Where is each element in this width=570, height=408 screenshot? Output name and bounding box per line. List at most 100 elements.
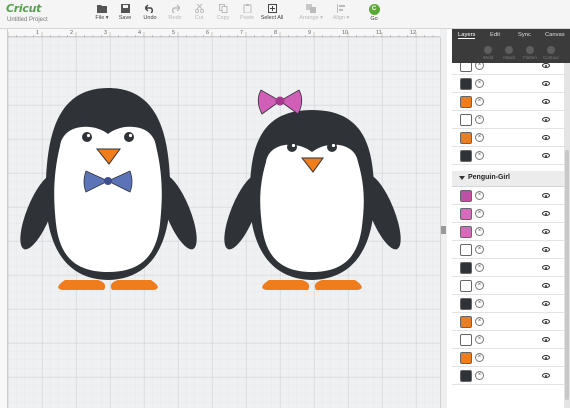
eye-icon[interactable]	[542, 63, 550, 68]
penguin-girl-right-eye	[327, 142, 337, 152]
layer-row[interactable]: ×	[452, 349, 564, 367]
group-name: Penguin-Girl	[468, 174, 510, 181]
eye-icon[interactable]	[542, 319, 550, 324]
save-button[interactable]: Save	[116, 4, 134, 26]
canvas-vertical-scrollbar[interactable]	[440, 37, 447, 408]
layer-row[interactable]: ×	[452, 75, 564, 93]
weld-button[interactable]: Weld	[478, 46, 498, 60]
eye-icon[interactable]	[542, 211, 550, 216]
layer-row[interactable]: ×	[452, 63, 564, 75]
align-icon	[336, 4, 345, 13]
align-menu[interactable]: Align ▾	[330, 4, 352, 26]
project-name: Untitled Project	[7, 17, 48, 23]
layer-row[interactable]: ×	[452, 259, 564, 277]
file-menu-button[interactable]: File ▾	[92, 4, 112, 26]
hide-layer-icon[interactable]: ×	[475, 299, 484, 308]
hide-layer-icon[interactable]: ×	[475, 317, 484, 326]
eye-icon[interactable]	[542, 193, 550, 198]
penguin-boy-right-foot	[110, 280, 158, 290]
collapse-triangle-icon[interactable]	[459, 176, 465, 180]
file-menu-label: File ▾	[95, 15, 109, 21]
weld-label: Weld	[482, 55, 494, 60]
hide-layer-icon[interactable]: ×	[475, 115, 484, 124]
layer-row[interactable]: ×	[452, 331, 564, 349]
penguin-boy[interactable]	[18, 84, 200, 294]
penguin-boy-left-eye	[82, 132, 92, 142]
eye-icon[interactable]	[542, 229, 550, 234]
eye-icon[interactable]	[542, 373, 550, 378]
tab-layers[interactable]: Layers	[458, 32, 476, 39]
arrange-icon	[306, 4, 316, 13]
brand-name: Cricut	[6, 2, 42, 15]
eye-icon[interactable]	[542, 135, 550, 140]
hide-layer-icon[interactable]: ×	[475, 353, 484, 362]
ruler-tick-label: 10	[342, 30, 349, 36]
hide-layer-icon[interactable]: ×	[475, 151, 484, 160]
select-all-button[interactable]: Select All	[260, 4, 284, 26]
hide-layer-icon[interactable]: ×	[475, 371, 484, 380]
eye-icon[interactable]	[542, 117, 550, 122]
hide-layer-icon[interactable]: ×	[475, 245, 484, 254]
layer-row[interactable]: ×	[452, 205, 564, 223]
eyes-layer-icon	[460, 150, 472, 162]
layer-row[interactable]: ×	[452, 93, 564, 111]
hide-layer-icon[interactable]: ×	[475, 191, 484, 200]
hide-layer-icon[interactable]: ×	[475, 281, 484, 290]
align-label: Align ▾	[332, 15, 350, 21]
select-all-label: Select All	[260, 15, 284, 21]
paste-button[interactable]: Paste	[238, 4, 256, 26]
cut-button[interactable]: Cut	[191, 4, 207, 26]
layer-row[interactable]: ×	[452, 111, 564, 129]
tab-sync[interactable]: Sync	[518, 32, 531, 38]
layer-row[interactable]: ×	[452, 367, 564, 385]
canvas-scroll-thumb[interactable]	[441, 226, 446, 234]
arrange-menu[interactable]: Arrange ▾	[298, 4, 324, 26]
save-icon	[120, 4, 130, 13]
eye-icon[interactable]	[542, 355, 550, 360]
hide-layer-icon[interactable]: ×	[475, 263, 484, 272]
layer-row[interactable]: ×	[452, 313, 564, 331]
layer-row[interactable]: ×	[452, 295, 564, 313]
hide-layer-icon[interactable]: ×	[475, 79, 484, 88]
ruler-tick-label: 11	[376, 30, 382, 36]
eye-icon[interactable]	[542, 265, 550, 270]
penguin-girl-right-eye-shine	[331, 143, 336, 148]
layer-row[interactable]: ×	[452, 147, 564, 165]
hide-layer-icon[interactable]: ×	[475, 63, 484, 70]
flatten-label: Flatten	[523, 55, 537, 60]
penguin-girl[interactable]	[222, 84, 404, 294]
hide-layer-icon[interactable]: ×	[475, 227, 484, 236]
hide-layer-icon[interactable]: ×	[475, 97, 484, 106]
hide-layer-icon[interactable]: ×	[475, 335, 484, 344]
flatten-button[interactable]: Flatten	[520, 46, 540, 60]
eye-icon[interactable]	[542, 247, 550, 252]
panel-scroll-thumb[interactable]	[565, 150, 569, 400]
layer-row[interactable]: ×	[452, 187, 564, 205]
feet-layer-icon	[460, 132, 472, 144]
eye-icon[interactable]	[542, 283, 550, 288]
eye-icon[interactable]	[542, 81, 550, 86]
redo-button[interactable]: Redo	[166, 4, 184, 26]
beak-layer-icon	[460, 96, 472, 108]
tab-edit[interactable]: Edit	[490, 32, 500, 38]
layer-row[interactable]: ×	[452, 129, 564, 147]
layer-row[interactable]: ×	[452, 277, 564, 295]
hide-layer-icon[interactable]: ×	[475, 133, 484, 142]
eye-icon[interactable]	[542, 301, 550, 306]
contour-button[interactable]: Contour	[541, 46, 561, 60]
layer-row[interactable]: ×	[452, 241, 564, 259]
layer-group-penguin-girl[interactable]: Penguin-Girl	[452, 171, 564, 187]
copy-button[interactable]: Copy	[214, 4, 232, 26]
attach-button[interactable]: Attach	[499, 46, 519, 60]
layer-row[interactable]: ×	[452, 223, 564, 241]
hide-layer-icon[interactable]: ×	[475, 209, 484, 218]
eye-icon[interactable]	[542, 99, 550, 104]
tab-canvas[interactable]: Canvas	[545, 32, 565, 38]
app-logo[interactable]: Cricut Untitled Project	[6, 1, 66, 27]
go-button[interactable]: C Go	[363, 4, 385, 26]
attach-icon	[505, 46, 513, 54]
eye-icon[interactable]	[542, 153, 550, 158]
scissors-icon	[194, 4, 204, 13]
undo-button[interactable]: Undo	[141, 4, 159, 26]
eye-icon[interactable]	[542, 337, 550, 342]
